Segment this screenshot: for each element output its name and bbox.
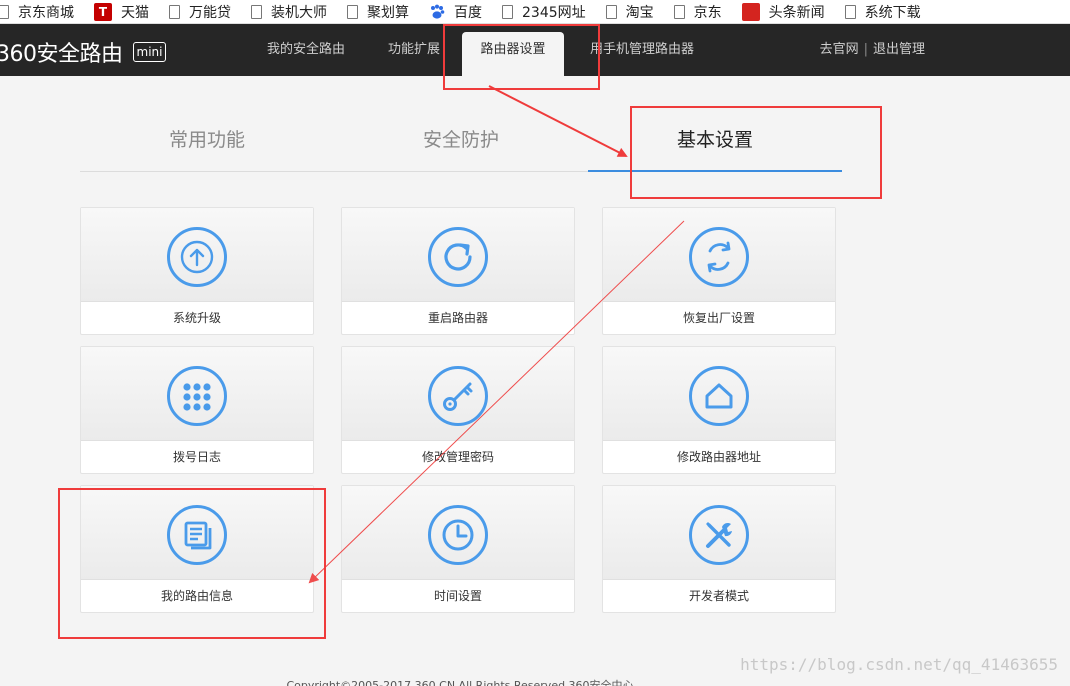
watermark: https://blog.csdn.net/qq_41463655 (740, 655, 1058, 674)
annotation-arrow (308, 220, 685, 584)
app-root: 京东商城 T 天猫 万能贷 装机大师 聚划算 百度 2345网址 淘宝 京东 头… (0, 0, 1070, 686)
annotation-arrows (308, 85, 685, 584)
footer-copyright: Copyright©2005-2017 360.CN All Rights Re… (286, 679, 634, 686)
annotation-arrow (488, 85, 628, 157)
